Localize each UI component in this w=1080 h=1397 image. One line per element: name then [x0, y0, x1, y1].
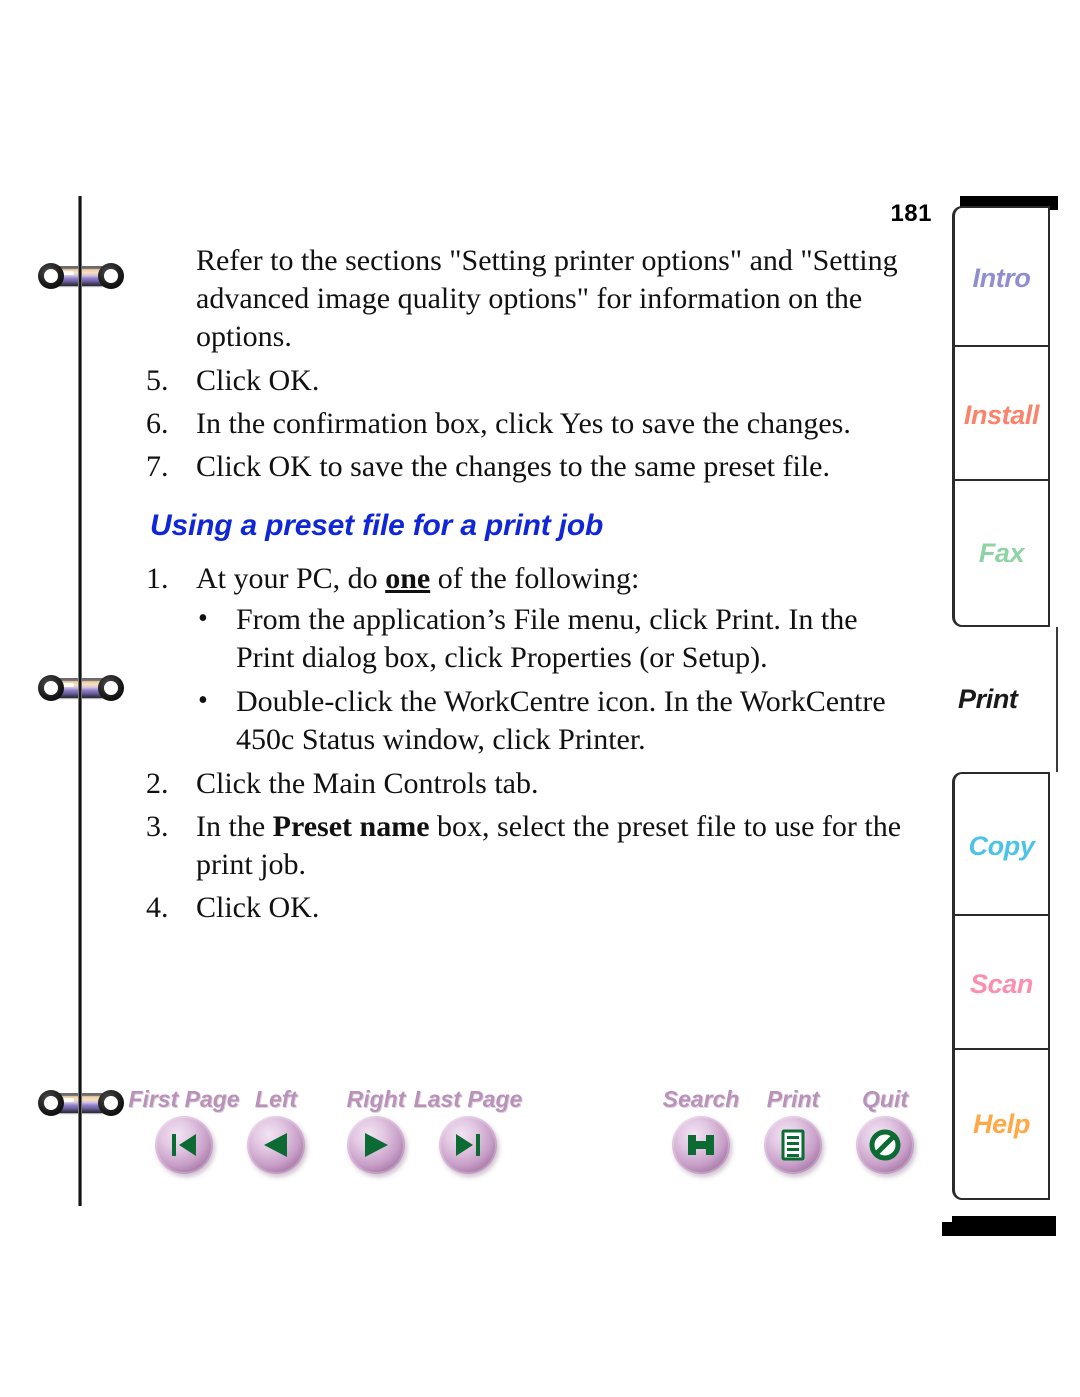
- page-content: Refer to the sections "Setting printer o…: [140, 242, 920, 932]
- bullet-text: Double-click the WorkCentre icon. In the…: [236, 685, 886, 756]
- page-navigation-group: First Page Left Right Last Page: [128, 1086, 522, 1174]
- step-text-before: At your PC, do: [196, 562, 386, 595]
- step-emphasis: one: [385, 562, 431, 595]
- sidebar-tab-intro[interactable]: Intro: [952, 206, 1050, 351]
- list-item: 2. Click the Main Controls tab.: [140, 765, 920, 803]
- help-page: 181 Refer to the sections "Setting print…: [0, 0, 1080, 1397]
- list-item: 7. Click OK to save the changes to the s…: [140, 448, 920, 486]
- sidebar-tab-label: Print: [958, 684, 1018, 714]
- step-number: 1.: [146, 562, 169, 595]
- binder-ring-spine-overlap: [78, 675, 82, 701]
- sidebar-tab-install[interactable]: Install: [952, 345, 1050, 485]
- bullet-text: From the application’s File menu, click …: [236, 603, 858, 674]
- sidebar-tab-copy[interactable]: Copy: [952, 772, 1050, 920]
- quit-button[interactable]: Quit: [839, 1086, 931, 1174]
- step-number: 5.: [146, 364, 169, 397]
- step-text: Click OK.: [196, 364, 320, 397]
- list-item: • From the application’s File menu, clic…: [196, 601, 920, 677]
- tab-stack-bottom-shadow: [942, 1216, 1056, 1236]
- step-number: 2.: [146, 767, 169, 800]
- sidebar-tab-help[interactable]: Help: [952, 1048, 1050, 1200]
- print-label: Print: [766, 1086, 820, 1112]
- search-button[interactable]: Search: [655, 1086, 747, 1174]
- print-button[interactable]: Print: [747, 1086, 839, 1174]
- last-page-icon[interactable]: [439, 1116, 497, 1174]
- sidebar-tab-label: Help: [973, 1108, 1030, 1139]
- step-number: 7.: [146, 450, 169, 483]
- sidebar-tab-scan[interactable]: Scan: [952, 914, 1050, 1054]
- step-text: Click OK.: [196, 891, 320, 924]
- step-number: 3.: [146, 810, 169, 843]
- next-page-icon[interactable]: [347, 1116, 405, 1174]
- print-document-icon[interactable]: [764, 1116, 822, 1174]
- sidebar-tab-print[interactable]: Print: [952, 627, 1058, 772]
- last-page-label: Last Page: [413, 1086, 523, 1112]
- procedure-steps-list: 1. At your PC, do one of the following: …: [140, 560, 920, 927]
- search-label: Search: [662, 1086, 740, 1112]
- step-text-before: In the: [196, 810, 273, 843]
- section-tab-strip: Intro Install Fax Print Copy Scan Help: [942, 196, 1058, 1236]
- next-page-label: Right: [346, 1086, 406, 1112]
- step-number: 4.: [146, 891, 169, 924]
- sidebar-tab-label: Copy: [968, 830, 1035, 861]
- quit-no-entry-icon[interactable]: [856, 1116, 914, 1174]
- list-item: • Double-click the WorkCentre icon. In t…: [196, 683, 920, 759]
- previous-page-button[interactable]: Left: [230, 1086, 322, 1174]
- step-emphasis: Preset name: [272, 810, 430, 843]
- sidebar-tab-fax[interactable]: Fax: [952, 479, 1050, 627]
- previous-page-label: Left: [254, 1086, 298, 1112]
- page-number: 181: [890, 200, 932, 227]
- first-page-icon[interactable]: [155, 1116, 213, 1174]
- intro-paragraph: Refer to the sections "Setting printer o…: [196, 244, 898, 353]
- first-page-label: First Page: [128, 1086, 240, 1112]
- quit-label: Quit: [862, 1086, 908, 1112]
- navigation-toolbar: First Page Left Right Last Page Search P…: [128, 1086, 918, 1196]
- previous-page-icon[interactable]: [247, 1116, 305, 1174]
- section-heading: Using a preset file for a print job: [150, 509, 604, 542]
- list-item: 6. In the confirmation box, click Yes to…: [140, 405, 920, 443]
- list-item: 1. At your PC, do one of the following: …: [140, 560, 920, 759]
- next-page-button[interactable]: Right: [330, 1086, 422, 1174]
- search-icon[interactable]: [672, 1116, 730, 1174]
- bullet-marker: •: [198, 685, 208, 716]
- sub-bullet-list: • From the application’s File menu, clic…: [196, 601, 920, 759]
- step-number: 6.: [146, 407, 169, 440]
- sidebar-tab-label: Intro: [972, 263, 1031, 293]
- bullet-marker: •: [198, 603, 208, 634]
- sidebar-tab-label: Scan: [970, 968, 1033, 999]
- list-item: 5. Click OK.: [140, 362, 920, 400]
- list-item: 3. In the Preset name box, select the pr…: [140, 808, 920, 884]
- step-text: Click the Main Controls tab.: [196, 767, 539, 800]
- continued-steps-list: 5. Click OK. 6. In the confirmation box,…: [140, 362, 920, 486]
- binder-spine: [78, 196, 82, 1206]
- step-text: In the confirmation box, click Yes to sa…: [196, 407, 851, 440]
- binder-ring-spine-overlap: [78, 1090, 82, 1116]
- binder-ring-spine-overlap: [78, 263, 82, 289]
- step-text-after: of the following:: [430, 562, 640, 595]
- sidebar-tab-label: Fax: [978, 537, 1025, 568]
- first-page-button[interactable]: First Page: [128, 1086, 240, 1174]
- actions-group: Search Print Quit: [655, 1086, 931, 1174]
- list-item: 4. Click OK.: [140, 889, 920, 927]
- last-page-button[interactable]: Last Page: [414, 1086, 522, 1174]
- step-text: Click OK to save the changes to the same…: [196, 450, 830, 483]
- sidebar-tab-label: Install: [963, 399, 1040, 430]
